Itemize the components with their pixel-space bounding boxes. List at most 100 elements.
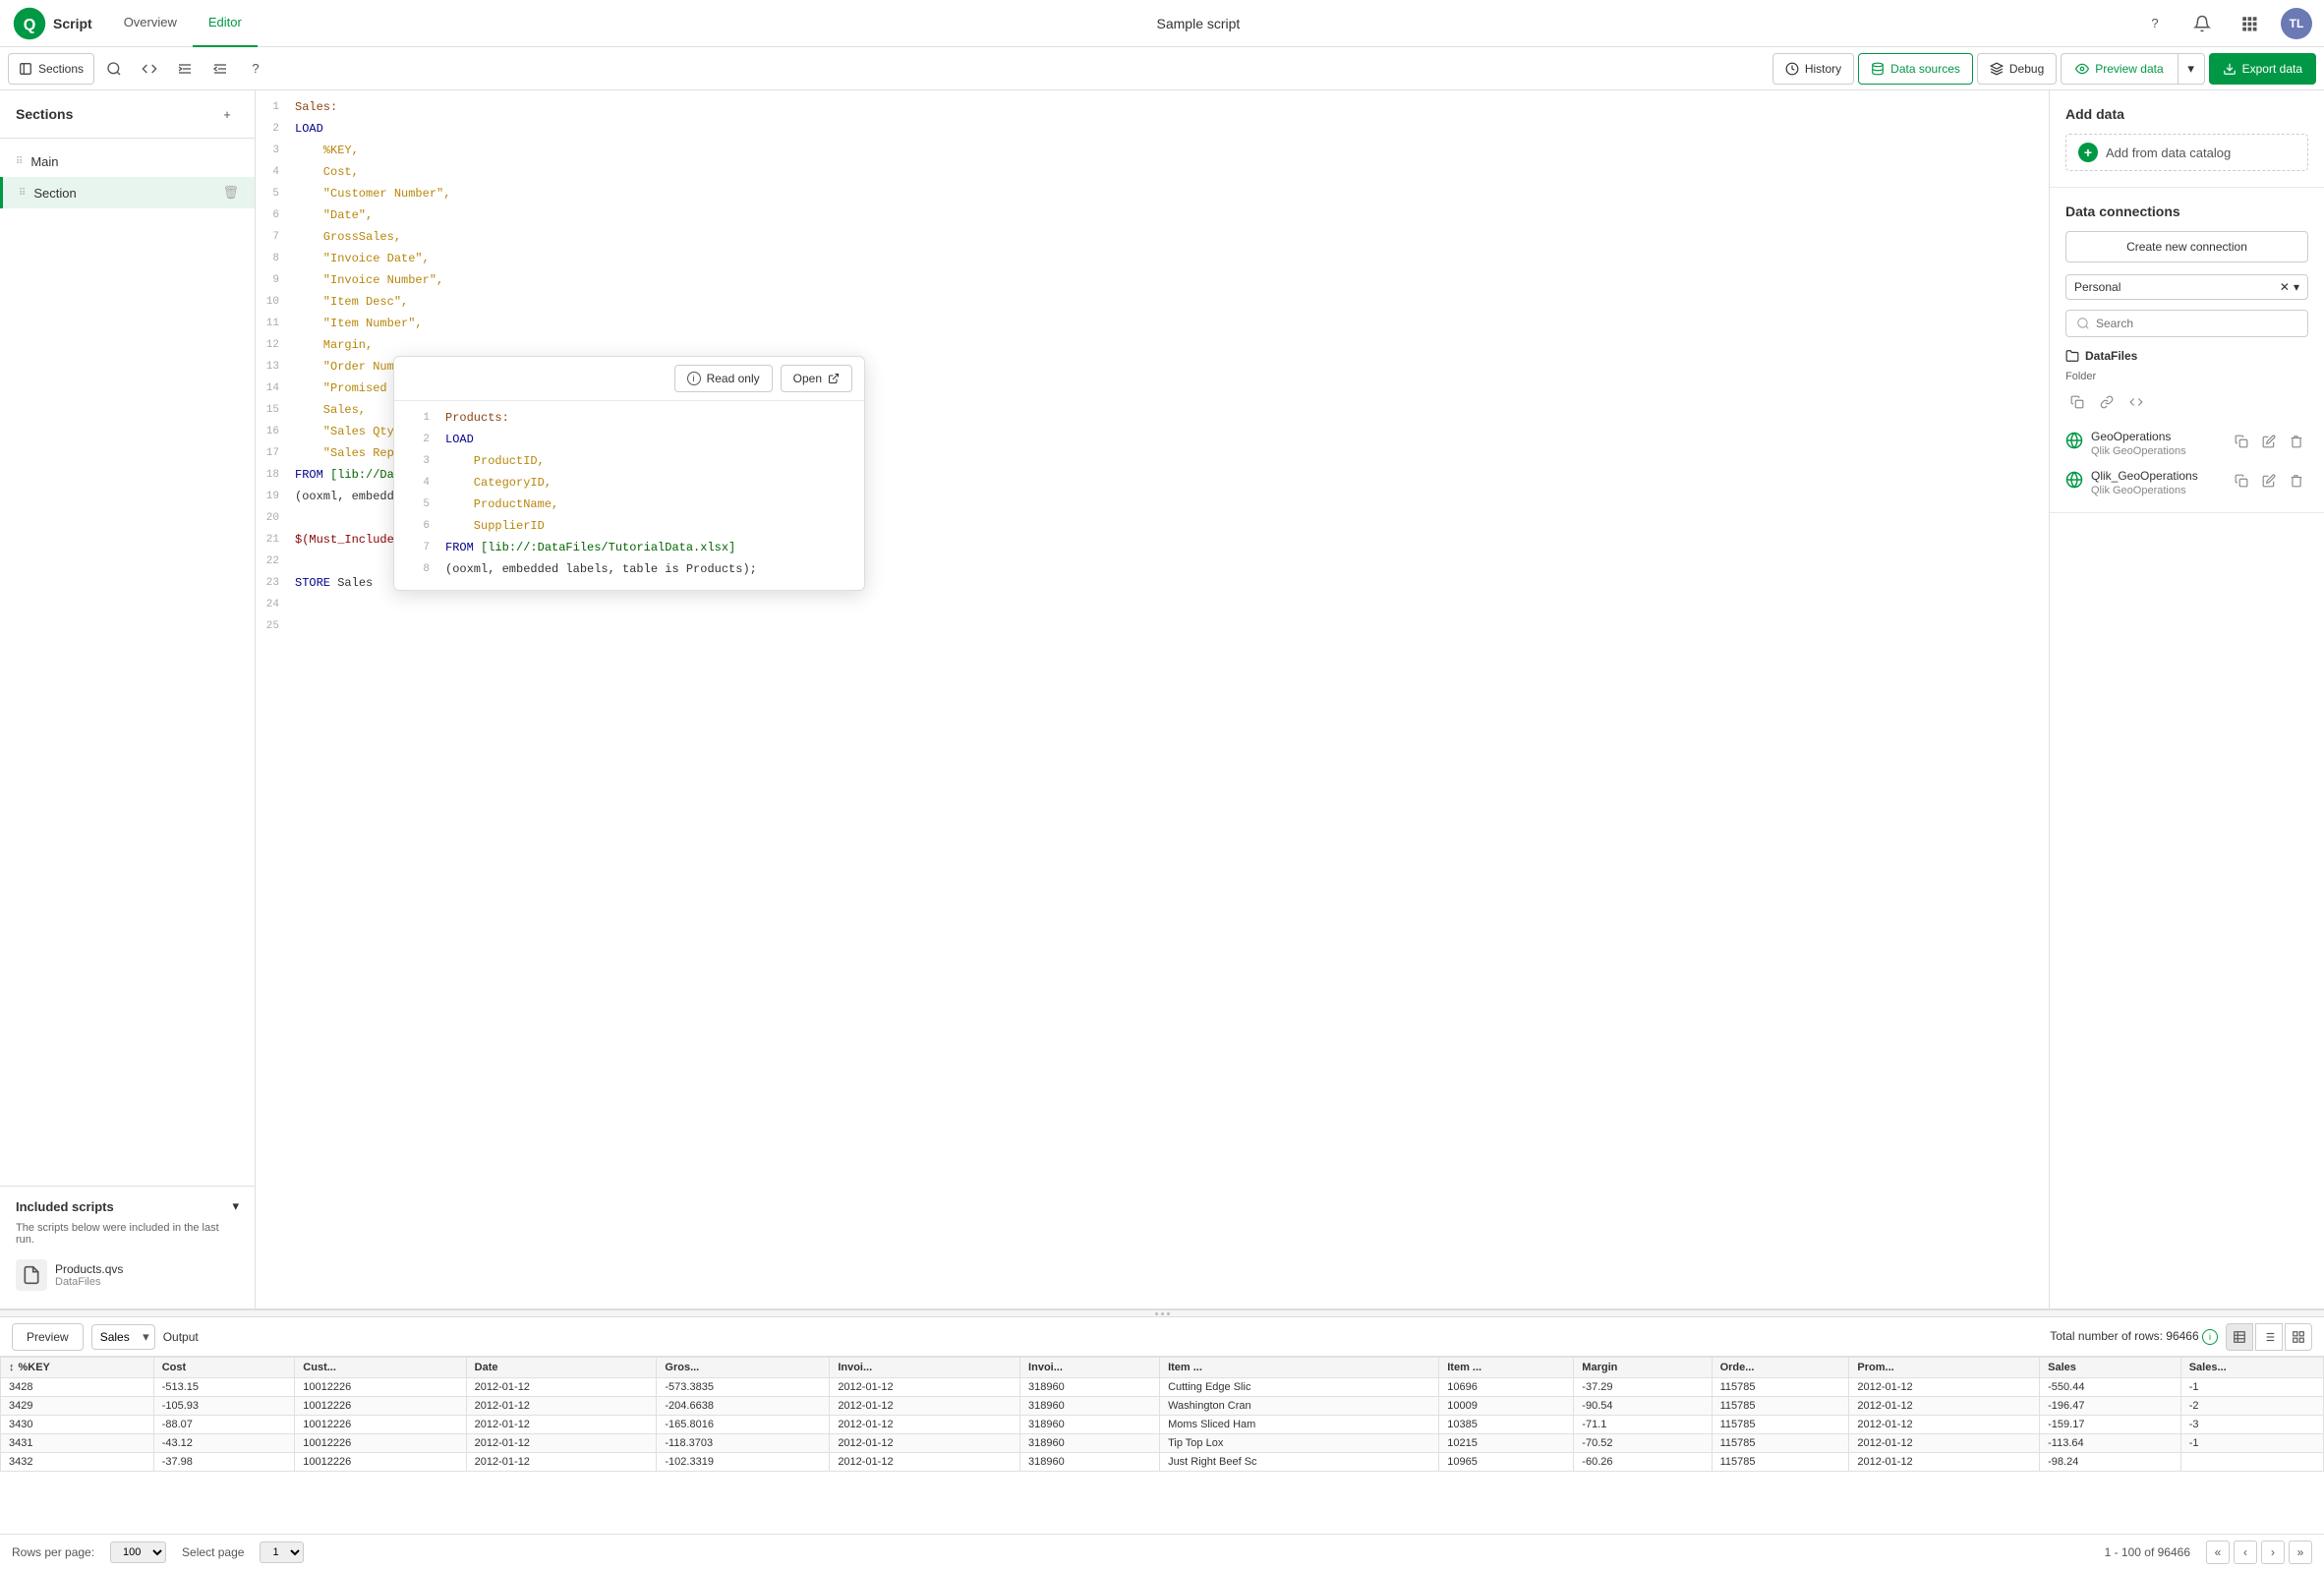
table-cell: -102.3319 — [657, 1453, 830, 1472]
list-view-button[interactable] — [2255, 1323, 2283, 1351]
col-header-sales2[interactable]: Sales... — [2180, 1358, 2323, 1378]
first-page-button[interactable]: « — [2206, 1541, 2230, 1564]
search-input[interactable] — [2096, 317, 2297, 330]
sections-icon — [19, 62, 32, 76]
view-buttons — [2226, 1323, 2312, 1351]
included-file-item: Products.qvs DataFiles — [16, 1253, 239, 1297]
select-page-label: Select page — [182, 1545, 244, 1559]
indent-icon-btn[interactable] — [169, 53, 201, 85]
select-page-select[interactable]: 1 — [260, 1541, 304, 1563]
table-row: 3429-105.93100122262012-01-12-204.663820… — [1, 1397, 2324, 1416]
sidebar-item-section[interactable]: ⠿ Section 🗑 — [0, 177, 255, 208]
grid-icon[interactable] — [2234, 8, 2265, 39]
col-header-orde[interactable]: Orde... — [1712, 1358, 1849, 1378]
qlik-geo-name: Qlik_GeoOperations — [2091, 469, 2198, 483]
table-cell — [2180, 1453, 2323, 1472]
resize-handle[interactable] — [0, 1309, 2324, 1317]
row-count-info-icon[interactable]: i — [2202, 1329, 2218, 1345]
history-button[interactable]: History — [1772, 53, 1854, 85]
table-view-button[interactable] — [2226, 1323, 2253, 1351]
qlik-geo-copy-btn[interactable] — [2230, 469, 2253, 493]
col-header-cust[interactable]: Cust... — [295, 1358, 466, 1378]
table-cell: -71.1 — [1574, 1416, 1712, 1434]
table-cell: 115785 — [1712, 1434, 1849, 1453]
included-scripts-section: Included scripts ▾ The scripts below wer… — [0, 1186, 255, 1308]
col-header-item2[interactable]: Item ... — [1439, 1358, 1574, 1378]
read-only-button[interactable]: i Read only — [674, 365, 773, 392]
qlik-logo-icon: Q — [12, 6, 47, 41]
col-header-cost[interactable]: Cost — [153, 1358, 295, 1378]
debug-button[interactable]: Debug — [1977, 53, 2057, 85]
geo-delete-btn[interactable] — [2285, 430, 2308, 453]
col-header-sales[interactable]: Sales — [2040, 1358, 2181, 1378]
collapse-icon[interactable]: ▾ — [232, 1198, 239, 1214]
help-icon[interactable]: ? — [2139, 8, 2171, 39]
export-button[interactable]: Export data — [2209, 53, 2316, 85]
table-select[interactable]: Sales — [91, 1324, 155, 1350]
tab-overview[interactable]: Overview — [108, 0, 193, 47]
filter-row: Personal ✕ ▾ — [2065, 274, 2308, 300]
next-page-button[interactable]: › — [2261, 1541, 2285, 1564]
table-row: 3428-513.15100122262012-01-12-573.383520… — [1, 1378, 2324, 1397]
copy-button[interactable] — [2065, 390, 2089, 414]
geo-edit-btn[interactable] — [2257, 430, 2281, 453]
table-cell: 318960 — [1020, 1397, 1160, 1416]
sidebar-item-main[interactable]: ⠿ Main — [0, 146, 255, 177]
chevron-down-icon[interactable]: ▾ — [2294, 280, 2299, 294]
code2-button[interactable] — [2124, 390, 2148, 414]
personal-filter-select[interactable]: Personal ✕ ▾ — [2065, 274, 2308, 300]
sidebar-item-label: Main — [30, 154, 239, 169]
open-button[interactable]: Open — [781, 365, 852, 392]
code-line: 7 GrossSales, — [256, 228, 2049, 250]
row-count: Total number of rows: 96466 i — [2050, 1329, 2218, 1345]
delete-section-button[interactable]: 🗑 — [222, 185, 239, 201]
link-button[interactable] — [2095, 390, 2119, 414]
rows-per-page-select[interactable]: 100 50 25 — [110, 1541, 166, 1563]
tab-editor[interactable]: Editor — [193, 0, 258, 47]
qlik-geo-delete-btn[interactable] — [2285, 469, 2308, 493]
table-cell: 2012-01-12 — [466, 1453, 657, 1472]
col-header-invoi1[interactable]: Invoi... — [830, 1358, 1020, 1378]
help-code-icon-btn[interactable]: ? — [240, 53, 271, 85]
last-page-button[interactable]: » — [2289, 1541, 2312, 1564]
bell-icon[interactable] — [2186, 8, 2218, 39]
code-line: 10 "Item Desc", — [256, 293, 2049, 315]
search-icon-btn[interactable] — [98, 53, 130, 85]
add-catalog-button[interactable]: + Add from data catalog — [2065, 134, 2308, 171]
table-cell: 2012-01-12 — [830, 1397, 1020, 1416]
col-header-key[interactable]: ↕%KEY — [1, 1358, 154, 1378]
table-cell: -118.3703 — [657, 1434, 830, 1453]
col-header-item1[interactable]: Item ... — [1160, 1358, 1439, 1378]
outdent-icon-btn[interactable] — [204, 53, 236, 85]
code-icon-btn[interactable] — [134, 53, 165, 85]
table-cell: -70.52 — [1574, 1434, 1712, 1453]
data-sources-button[interactable]: Data sources — [1858, 53, 1973, 85]
top-nav: Q Script Overview Editor Sample script ?… — [0, 0, 2324, 47]
database-icon — [1871, 62, 1885, 76]
code-line: 11 "Item Number", — [256, 315, 2049, 336]
sidebar-add-button[interactable]: + — [215, 102, 239, 126]
col-header-margin[interactable]: Margin — [1574, 1358, 1712, 1378]
col-header-prom[interactable]: Prom... — [1849, 1358, 2040, 1378]
col-header-invoi2[interactable]: Invoi... — [1020, 1358, 1160, 1378]
preview-tab-button[interactable]: Preview — [12, 1323, 84, 1351]
preview-button[interactable]: Preview data — [2061, 53, 2177, 85]
preview-arrow-button[interactable]: ▾ — [2178, 53, 2205, 85]
sections-button[interactable]: Sections — [8, 53, 94, 85]
clear-filter-icon[interactable]: ✕ — [2280, 280, 2290, 294]
col-header-gros[interactable]: Gros... — [657, 1358, 830, 1378]
right-panel: Add data + Add from data catalog Data co… — [2049, 90, 2324, 1308]
grid-view-button[interactable] — [2285, 1323, 2312, 1351]
table-cell: 2012-01-12 — [1849, 1378, 2040, 1397]
prev-page-button[interactable]: ‹ — [2234, 1541, 2257, 1564]
code-editor[interactable]: 1Sales: 2LOAD 3 %KEY, 4 Cost, 5 "Custome… — [256, 90, 2049, 1308]
create-connection-button[interactable]: Create new connection — [2065, 231, 2308, 262]
popup-line: 7FROM [lib://:DataFiles/TutorialData.xls… — [406, 539, 852, 560]
data-table-wrapper[interactable]: ↕%KEY Cost Cust... Date Gros... Invoi...… — [0, 1357, 2324, 1534]
table-cell: 2012-01-12 — [830, 1434, 1020, 1453]
geo-copy-btn[interactable] — [2230, 430, 2253, 453]
qlik-geo-edit-btn[interactable] — [2257, 469, 2281, 493]
col-header-date[interactable]: Date — [466, 1358, 657, 1378]
user-avatar[interactable]: TL — [2281, 8, 2312, 39]
qlik-geo-type: Qlik GeoOperations — [2091, 485, 2198, 496]
